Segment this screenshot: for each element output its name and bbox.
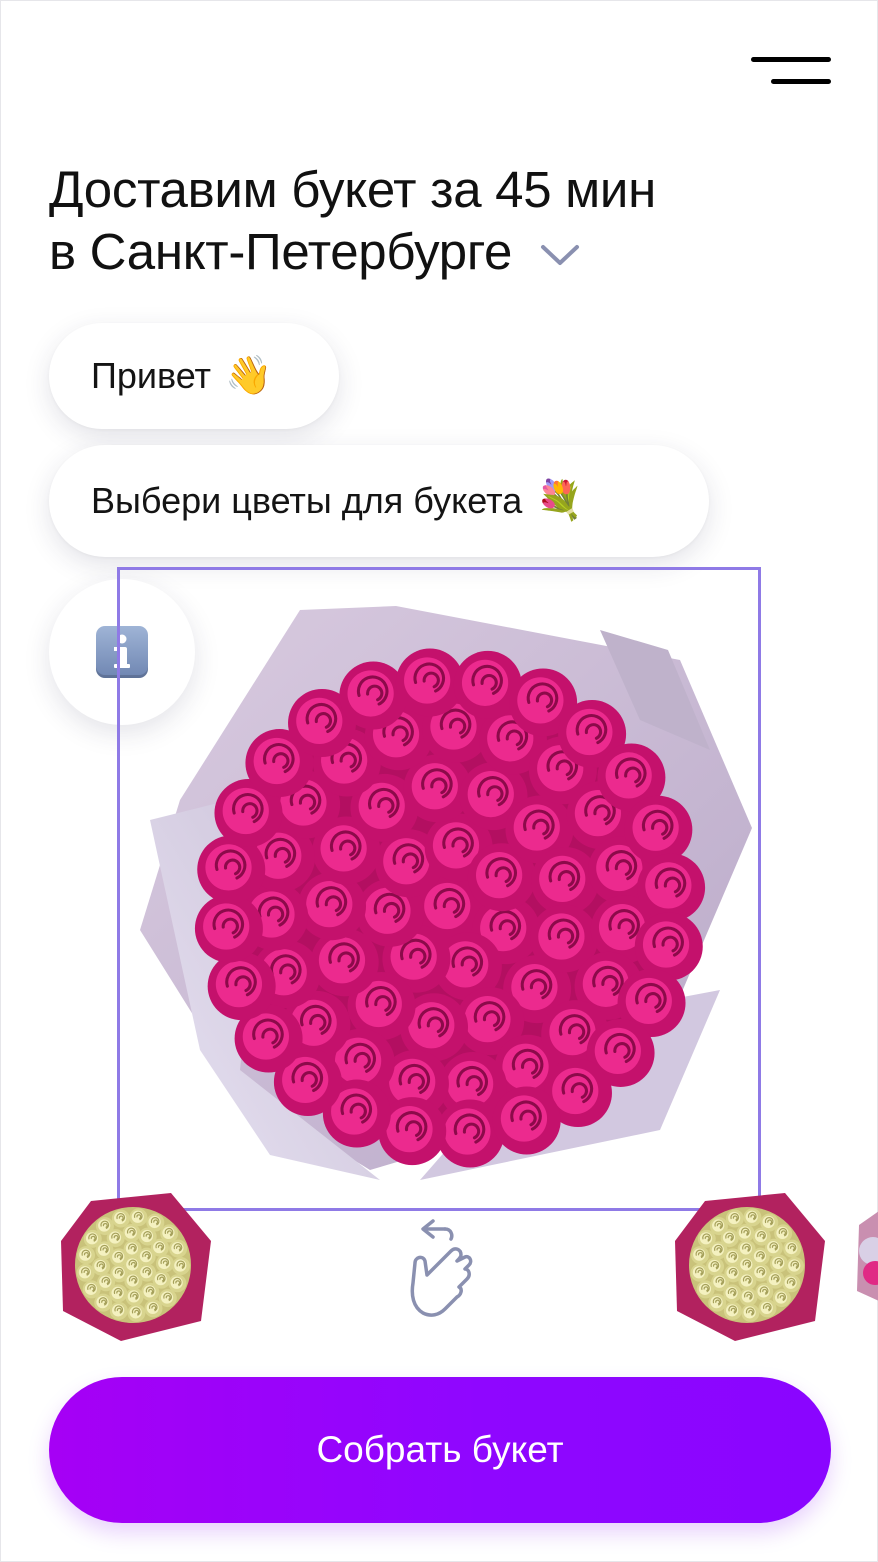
- thumbnail-white-yellow-roses-2[interactable]: [665, 1181, 829, 1345]
- hamburger-menu-icon[interactable]: [749, 51, 833, 91]
- menu-bar-top: [751, 57, 831, 62]
- build-bouquet-button[interactable]: Собрать букет: [49, 1377, 831, 1523]
- greeting-text: Привет: [91, 355, 212, 396]
- thumbnail-white-yellow-roses[interactable]: [51, 1181, 215, 1345]
- prompt-text: Выбери цветы для букета: [91, 480, 523, 521]
- prompt-bubble: Выбери цветы для букета 💐: [49, 445, 709, 557]
- white-yellow-roses-bouquet-image: [61, 1193, 211, 1341]
- city-name: в Санкт-Петербурге: [49, 223, 513, 280]
- swipe-left-hand-icon: [410, 1219, 473, 1317]
- thumbnail-partial[interactable]: [851, 1181, 878, 1345]
- bouquet-icon: 💐: [536, 480, 584, 522]
- pink-roses-bouquet-image: [140, 606, 752, 1180]
- page-title: Доставим букет за 45 мин в Санкт-Петербу…: [49, 159, 809, 283]
- partial-bouquet-image: [857, 1211, 878, 1301]
- city-selector[interactable]: в Санкт-Петербурге: [49, 221, 580, 283]
- chevron-down-icon: [541, 245, 580, 265]
- title-line-1: Доставим букет за 45 мин: [49, 161, 656, 218]
- greeting-bubble: Привет 👋: [49, 323, 339, 429]
- white-yellow-roses-bouquet-image: [675, 1193, 825, 1341]
- menu-bar-bottom: [771, 79, 831, 84]
- selected-bouquet[interactable]: [117, 567, 761, 1211]
- app-screen: Доставим букет за 45 мин в Санкт-Петербу…: [0, 0, 878, 1562]
- waving-hand-icon: 👋: [225, 355, 273, 397]
